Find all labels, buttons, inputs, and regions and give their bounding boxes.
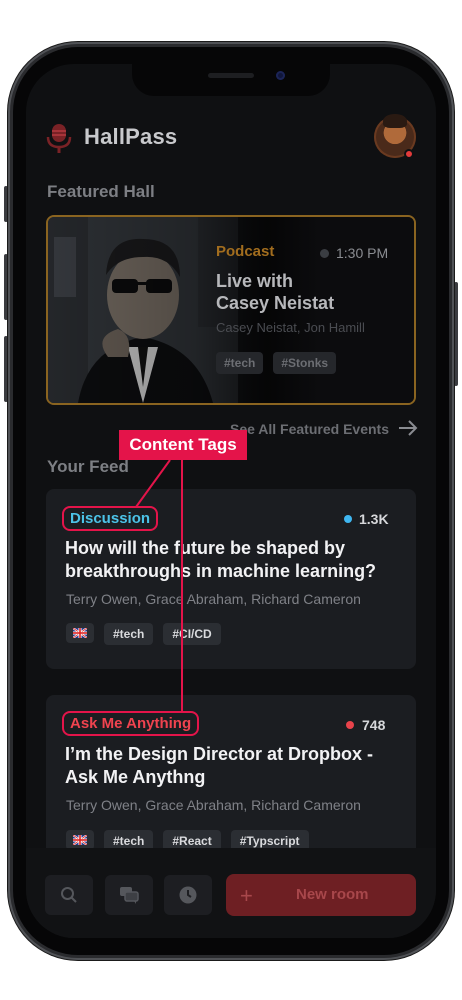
search-icon	[61, 887, 77, 903]
featured-title-line2: Casey Neistat	[216, 293, 335, 313]
feed-card[interactable]: Discussion 1.3K How will the future be s…	[46, 489, 416, 669]
featured-title: Live with Casey Neistat	[216, 270, 406, 314]
card-title-line1: How will the future be shaped by	[65, 538, 346, 558]
card-title-line2: breakthroughs in machine learning?	[65, 561, 377, 581]
featured-title-line1: Live with	[216, 271, 294, 291]
featured-category: Podcast	[216, 243, 275, 260]
app-title: HallPass	[84, 124, 178, 149]
feed-section-title: Your Feed	[47, 457, 129, 476]
listener-count: 748	[362, 717, 386, 733]
chat-icon	[120, 887, 139, 904]
card-tags: #tech #CI/CD	[66, 623, 221, 645]
featured-section-title: Featured Hall	[47, 182, 155, 201]
avatar-status-dot	[404, 149, 414, 159]
card-tag[interactable]: #tech	[104, 623, 154, 645]
card-tag[interactable]: #CI/CD	[163, 623, 221, 645]
featured-card[interactable]: Podcast 1:30 PM Live with Casey Neistat …	[46, 215, 416, 405]
notch	[132, 64, 330, 96]
featured-tag[interactable]: #tech	[216, 352, 264, 374]
plus-icon: +	[240, 883, 253, 908]
content-tag-badge: Discussion	[62, 506, 159, 531]
featured-hosts: Casey Neistat, Jon Hamill	[216, 320, 365, 335]
listener-count: 1.3K	[359, 511, 389, 527]
card-title-line2: Ask Me Anythng	[65, 767, 206, 787]
card-title: I’m the Design Director at Dropbox - Ask…	[65, 743, 395, 789]
featured-tag[interactable]: #Stonks	[273, 352, 337, 374]
see-all-featured-link[interactable]: See All Featured Events	[230, 421, 389, 437]
uk-flag-icon	[66, 623, 94, 643]
listener-dot	[344, 515, 352, 523]
feed-card[interactable]: Ask Me Anything 748 I’m the Design Direc…	[46, 695, 416, 865]
featured-tags: #tech #Stonks	[216, 352, 337, 374]
content-tags-annotation: Content Tags	[119, 430, 247, 460]
featured-time-dot	[320, 249, 329, 258]
card-title-line1: I’m the Design Director at Dropbox -	[65, 744, 374, 764]
microphone-icon	[46, 124, 72, 153]
chat-button[interactable]	[105, 875, 153, 915]
card-hosts: Terry Owen, Grace Abraham, Richard Camer…	[66, 591, 361, 607]
history-button[interactable]	[164, 875, 212, 915]
content-tag-badge: Ask Me Anything	[62, 711, 200, 736]
featured-time: 1:30 PM	[336, 245, 389, 261]
listener-dot	[346, 721, 354, 729]
new-room-label: New room	[296, 886, 369, 903]
card-hosts: Terry Owen, Grace Abraham, Richard Camer…	[66, 797, 361, 813]
clock-icon	[179, 886, 197, 904]
new-room-button[interactable]: + New room	[226, 874, 416, 916]
front-camera	[276, 71, 285, 80]
speaker-grille	[208, 73, 254, 78]
card-title: How will the future be shaped by breakth…	[65, 537, 395, 583]
uk-flag-icon	[66, 830, 94, 850]
search-button[interactable]	[45, 875, 93, 915]
app-screen: HallPass Featured Hall Podcast 1:30 PM L…	[26, 64, 436, 938]
power-button	[454, 282, 458, 386]
arrow-right-icon[interactable]	[398, 419, 418, 437]
